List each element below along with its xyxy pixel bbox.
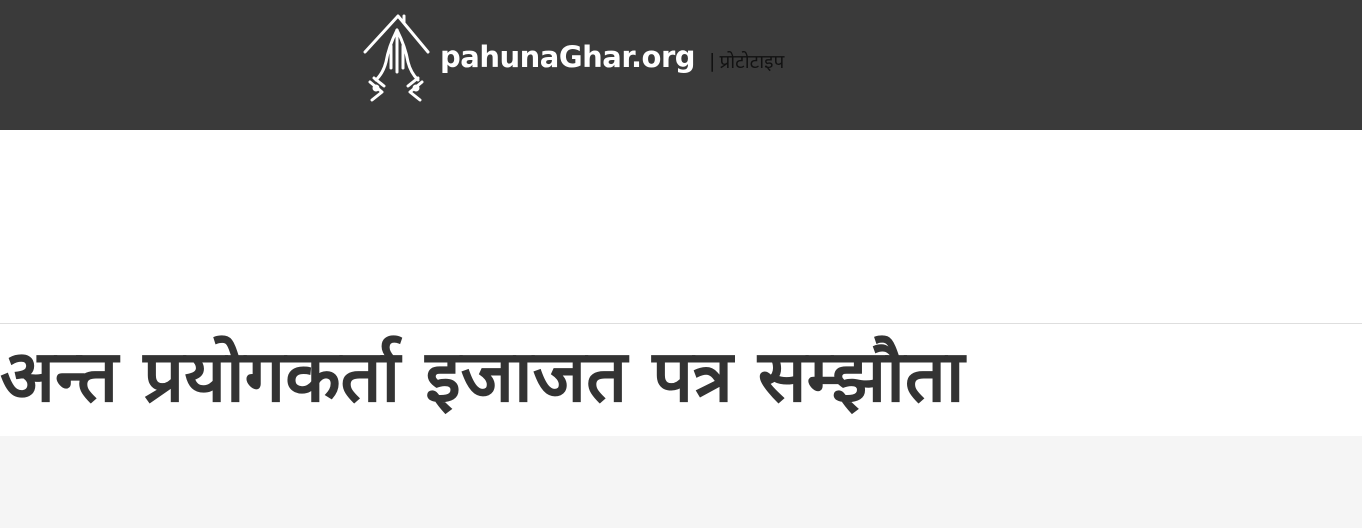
brand-name: pahunaGhar.org [440,40,696,74]
page-title: अन्त प्रयोगकर्ता इजाजत पत्र सम्झौता [0,334,965,418]
brand-tagline: प्रोटोटाइप [719,51,785,73]
title-section: अन्त प्रयोगकर्ता इजाजत पत्र सम्झौता [0,323,1362,436]
content-area [0,436,1362,528]
hero-spacer [0,130,1362,324]
brand-separator: | [709,50,716,72]
namaste-house-icon [363,14,430,102]
site-header: pahunaGhar.org | प्रोटोटाइप [0,0,1362,130]
brand-home-link[interactable]: pahunaGhar.org | प्रोटोटाइप [362,12,784,102]
